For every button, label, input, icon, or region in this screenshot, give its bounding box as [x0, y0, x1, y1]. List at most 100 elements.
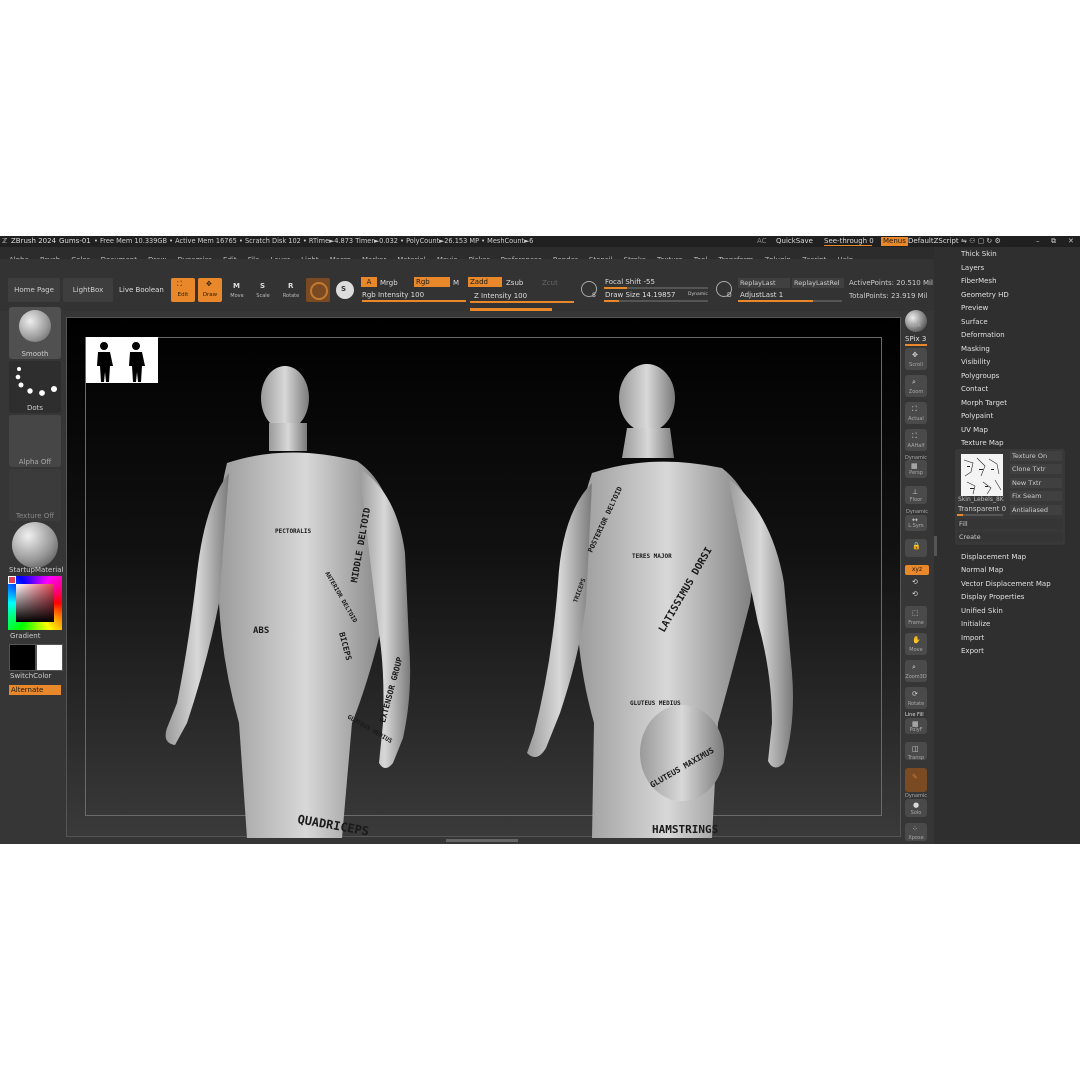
z-intensity-track[interactable]: [470, 301, 574, 303]
focal-shift-track[interactable]: [604, 287, 708, 289]
menu-thick-skin[interactable]: Thick Skin: [961, 250, 997, 258]
rgb-button[interactable]: Rgb: [414, 277, 450, 287]
xyz-rotation-button[interactable]: xyz: [905, 565, 929, 575]
adjust-last-slider[interactable]: AdjustLast 1: [740, 291, 783, 300]
menu-normal-map[interactable]: Normal Map: [961, 566, 1003, 574]
lightbox-button[interactable]: LightBox: [63, 278, 113, 302]
menu-deformation[interactable]: Deformation: [961, 331, 1005, 339]
antialiased-button[interactable]: Antialiased: [1010, 505, 1062, 515]
new-txtr-button[interactable]: New Txtr: [1010, 478, 1062, 488]
zcut-button[interactable]: Zcut: [542, 279, 558, 288]
create-button[interactable]: Create: [957, 532, 1063, 542]
menu-masking[interactable]: Masking: [961, 345, 990, 353]
menu-unified-skin[interactable]: Unified Skin: [961, 607, 1003, 615]
menus-button[interactable]: Menus: [881, 237, 908, 246]
restore-icon[interactable]: ⧉: [1051, 237, 1056, 246]
menu-texture-map[interactable]: Texture Map: [961, 439, 1004, 447]
focal-shift-slider[interactable]: Focal Shift -55: [605, 278, 655, 287]
texture-label: Texture Off: [15, 512, 55, 520]
menu-surface[interactable]: Surface: [961, 318, 988, 326]
texture-on-button[interactable]: Texture On: [1010, 451, 1062, 461]
a-toggle[interactable]: A: [361, 277, 377, 287]
rgb-intensity-slider[interactable]: Rgb Intensity 100: [362, 291, 424, 300]
canvas[interactable]: MIDDLE DELTOID ANTERIOR DELTOID PECTORAL…: [66, 317, 901, 838]
bottom-tray-handle[interactable]: [446, 839, 518, 842]
color-square[interactable]: [16, 584, 54, 622]
tray-collapse-handle[interactable]: [934, 536, 937, 556]
scroll-icon: ✥: [912, 351, 918, 359]
spix-slider[interactable]: SPix 3: [905, 335, 926, 344]
material-sphere-icon[interactable]: S: [336, 281, 354, 299]
ghost-dynamic-button[interactable]: ✎: [905, 768, 927, 792]
replay-last-button[interactable]: ReplayLast: [738, 278, 790, 288]
navigation-thumbnail[interactable]: [86, 337, 158, 383]
close-icon[interactable]: ✕: [1068, 237, 1074, 246]
draw-size-slider[interactable]: Draw Size 14.19857: [605, 291, 676, 300]
menu-geometry-hd[interactable]: Geometry HD: [961, 291, 1009, 299]
dynamic-toggle[interactable]: Dynamic: [688, 292, 708, 297]
actual-icon: ⛶: [912, 405, 917, 413]
lock-button[interactable]: 🔒: [905, 539, 927, 557]
ghost-icon: ✎: [912, 773, 918, 781]
alternate-button[interactable]: Alternate: [9, 685, 61, 695]
menu-polygroups[interactable]: Polygroups: [961, 372, 999, 380]
scale-button[interactable]: S Scale: [252, 278, 274, 302]
rotate-y-icon[interactable]: ⟲: [912, 578, 918, 587]
live-boolean-button[interactable]: Live Boolean: [119, 286, 164, 295]
switch-color-button[interactable]: SwitchColor: [10, 672, 51, 681]
brush-ring-icon: [310, 282, 328, 300]
secondary-color-swatch[interactable]: [36, 644, 63, 671]
menu-uv-map[interactable]: UV Map: [961, 426, 988, 434]
main-color-swatch[interactable]: [9, 644, 36, 671]
draw-mode-brush-button[interactable]: [306, 278, 330, 302]
quicksave-button[interactable]: QuickSave: [776, 237, 813, 246]
z-intensity-slider[interactable]: Z Intensity 100: [474, 292, 527, 301]
mrgb-button[interactable]: Mrgb: [380, 279, 398, 288]
m-button[interactable]: M: [453, 279, 459, 288]
edit-button[interactable]: ⛶ Edit: [171, 278, 195, 302]
home-page-button[interactable]: Home Page: [8, 278, 60, 302]
menu-initialize[interactable]: Initialize: [961, 620, 990, 628]
fill-button[interactable]: Fill: [957, 519, 1063, 529]
menu-export[interactable]: Export: [961, 647, 984, 655]
menu-contact[interactable]: Contact: [961, 385, 988, 393]
adjust-last-track[interactable]: [738, 300, 842, 302]
menu-bar: Alpha Brush Color Document Draw Dynamics…: [0, 247, 1080, 264]
rotate-z-icon[interactable]: ⟲: [912, 590, 918, 599]
minimize-icon[interactable]: –: [1036, 237, 1040, 246]
move-button[interactable]: M Move: [226, 278, 248, 302]
menu-morph-target[interactable]: Morph Target: [961, 399, 1007, 407]
texture-thumbnail-preview[interactable]: [961, 454, 1003, 496]
transparent-track[interactable]: [957, 514, 1003, 516]
zadd-button[interactable]: Zadd: [468, 277, 502, 287]
menu-preview[interactable]: Preview: [961, 304, 988, 312]
lazy-mouse-icon[interactable]: S: [581, 281, 597, 299]
clone-txtr-button[interactable]: Clone Txtr: [1010, 464, 1062, 474]
menu-displacement-map[interactable]: Displacement Map: [961, 553, 1026, 561]
default-zscript-button[interactable]: DefaultZScript: [908, 237, 959, 246]
menu-import[interactable]: Import: [961, 634, 984, 642]
backface-mask-icon[interactable]: D: [716, 281, 732, 299]
color-picker[interactable]: [8, 576, 62, 630]
layout-icons[interactable]: ⇋ ⚇ ▢ ↻ ⚙: [961, 237, 1001, 246]
rotate-button[interactable]: R Rotate: [280, 278, 302, 302]
label-gluteus-medius-back: GLUTEUS MEDIUS: [630, 700, 681, 707]
menu-fibermesh[interactable]: FiberMesh: [961, 277, 997, 285]
menu-display-properties[interactable]: Display Properties: [961, 593, 1024, 601]
fix-seam-button[interactable]: Fix Seam: [1010, 491, 1062, 501]
menu-polypaint[interactable]: Polypaint: [961, 412, 993, 420]
replay-last-rel-button[interactable]: ReplayLastRel: [792, 278, 844, 288]
zsub-button[interactable]: Zsub: [506, 279, 523, 288]
menu-vector-displacement-map[interactable]: Vector Displacement Map: [961, 580, 1051, 588]
draw-size-track[interactable]: [604, 300, 708, 302]
draw-button[interactable]: ✥ Draw: [198, 278, 222, 302]
gradient-label: Gradient: [10, 632, 41, 640]
menu-layers[interactable]: Layers: [961, 264, 984, 272]
rgb-intensity-track[interactable]: [362, 300, 466, 302]
transparent-slider[interactable]: Transparent 0: [958, 505, 1006, 514]
stroke-label: Dots: [26, 404, 44, 412]
ac-indicator[interactable]: AC: [757, 237, 767, 246]
menu-visibility[interactable]: Visibility: [961, 358, 990, 366]
label-teres-major: TERES MAJOR: [632, 553, 672, 560]
material-thumbnail[interactable]: [12, 522, 58, 568]
